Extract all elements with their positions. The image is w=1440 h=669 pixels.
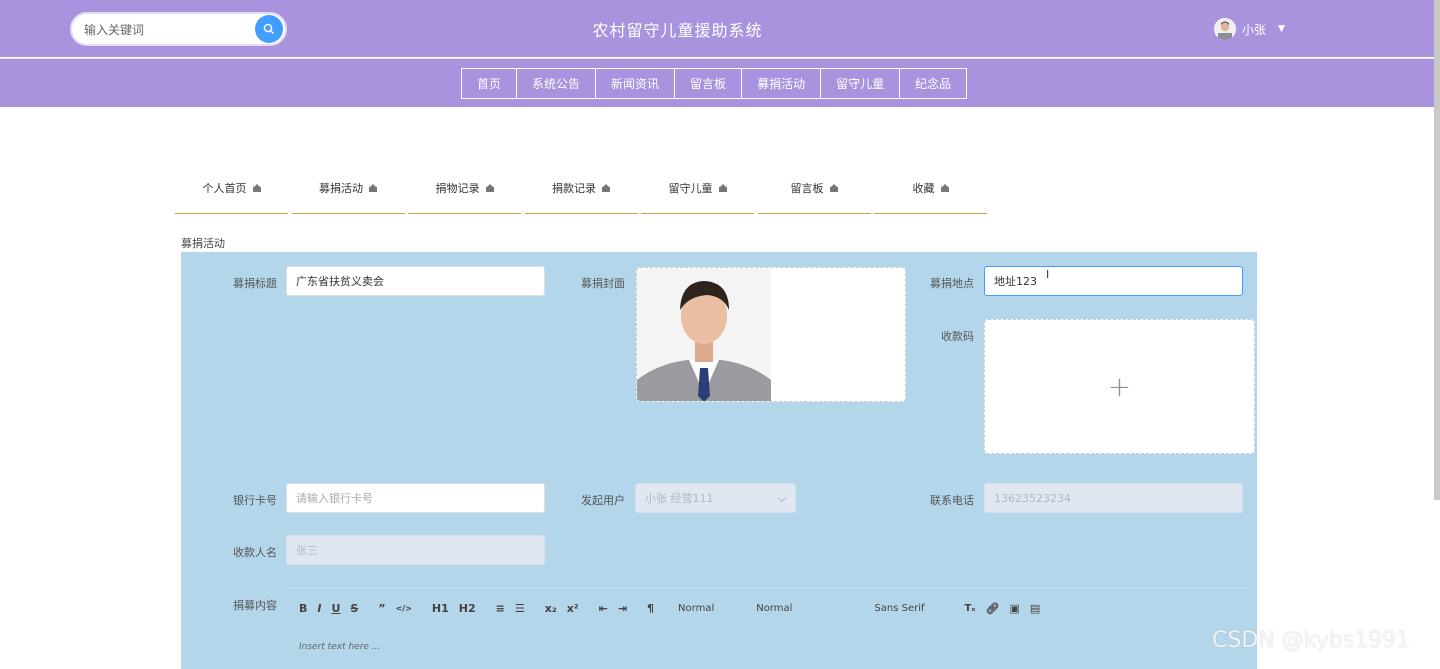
watermark: CSDN @kybs1991 — [1212, 628, 1411, 653]
size-select[interactable]: Normal — [678, 603, 714, 614]
h2-button[interactable]: H2 — [459, 602, 476, 615]
home-icon — [829, 184, 838, 192]
nav-item-souvenirs[interactable]: 纪念品 — [899, 69, 966, 98]
account-label: 收款人名 — [233, 546, 277, 559]
underline-button[interactable]: U — [331, 602, 340, 615]
scrollbar[interactable] — [1434, 0, 1440, 500]
nav-item-notice[interactable]: 系统公告 — [516, 69, 595, 98]
tab-label: 留言板 — [790, 182, 824, 195]
home-icon — [940, 184, 949, 192]
video-icon[interactable]: ▤ — [1030, 602, 1040, 615]
tab-label: 捐物记录 — [435, 182, 480, 195]
publisher-label: 发起用户 — [581, 494, 625, 507]
nav-item-fundraising[interactable]: 募捐活动 — [741, 69, 820, 98]
outdent-button[interactable]: ⇤ — [599, 602, 608, 615]
font-select[interactable]: Sans Serif — [874, 603, 924, 614]
account-input[interactable]: 张三 — [286, 535, 545, 565]
qrcode-label: 收款码 — [941, 330, 974, 343]
title-label: 募捐标题 — [233, 277, 277, 290]
nav-item-children[interactable]: 留守儿童 — [820, 69, 899, 98]
top-header: 农村留守儿童援助系统 小张 ▼ — [0, 0, 1440, 57]
tab-donation-money[interactable]: 捐款记录 — [524, 163, 638, 214]
phone-input[interactable]: 13623523234 — [984, 483, 1243, 513]
rich-text-editor[interactable]: B I U S ” </> H1 H2 ≡ ☰ x₂ x² ⇤ ⇥ ¶ Norm… — [285, 587, 1255, 669]
home-icon — [718, 184, 727, 192]
tab-label: 留守儿童 — [668, 182, 713, 195]
home-icon — [369, 184, 377, 192]
fundraising-form: 募捐标题 广东省扶贫义卖会 募捐封面 募捐地点 地址123 收款码 + 银行卡号… — [181, 252, 1257, 669]
card-placeholder: 请输入银行卡号 — [296, 492, 373, 505]
card-label: 银行卡号 — [233, 494, 277, 507]
home-icon — [485, 184, 494, 192]
tab-donation-items[interactable]: 捐物记录 — [408, 163, 521, 214]
phone-value: 13623523234 — [994, 491, 1071, 505]
main-nav: 首页 系统公告 新闻资讯 留言板 募捐活动 留守儿童 纪念品 — [0, 58, 1440, 107]
plus-icon: + — [1107, 370, 1132, 403]
tab-label: 捐款记录 — [552, 182, 596, 195]
editor-toolbar: B I U S ” </> H1 H2 ≡ ☰ x₂ x² ⇤ ⇥ ¶ Norm… — [299, 602, 1050, 615]
tab-children[interactable]: 留守儿童 — [641, 163, 754, 214]
content-label: 捐募内容 — [233, 599, 277, 612]
home-icon — [602, 184, 610, 192]
italic-button[interactable]: I — [317, 602, 321, 615]
nav-item-news[interactable]: 新闻资讯 — [595, 69, 674, 98]
ordered-list-button[interactable]: ≡ — [496, 602, 505, 615]
select-group: Normal Normal Sans Serif — [678, 603, 925, 614]
chevron-down-icon: ▼ — [1278, 24, 1285, 34]
tab-favorites[interactable]: 收藏 — [874, 163, 987, 214]
phone-label: 联系电话 — [930, 494, 974, 507]
cover-photo — [637, 268, 771, 401]
section-label: 募捐活动 — [181, 237, 225, 250]
title-input[interactable]: 广东省扶贫义卖会 — [286, 266, 545, 296]
tab-label: 募捐活动 — [319, 182, 363, 195]
location-value: 地址123 — [994, 275, 1037, 288]
bullet-list-button[interactable]: ☰ — [515, 602, 525, 615]
nav-list: 首页 系统公告 新闻资讯 留言板 募捐活动 留守儿童 纪念品 — [461, 68, 968, 99]
publisher-select[interactable]: 小张 经营111 — [635, 483, 796, 513]
card-input[interactable]: 请输入银行卡号 — [286, 483, 545, 513]
avatar — [1214, 18, 1236, 40]
nav-item-home[interactable]: 首页 — [462, 69, 516, 98]
location-label: 募捐地点 — [930, 277, 974, 290]
location-input[interactable]: 地址123 — [984, 266, 1243, 296]
title-value: 广东省扶贫义卖会 — [296, 275, 384, 288]
image-icon[interactable]: ▣ — [1009, 602, 1019, 615]
user-name: 小张 — [1242, 22, 1267, 37]
nav-item-messages[interactable]: 留言板 — [674, 69, 741, 98]
user-menu[interactable]: 小张 ▼ — [1214, 18, 1285, 40]
account-value: 张三 — [296, 544, 318, 557]
text-cursor-icon: I — [1046, 268, 1050, 281]
tab-profile-home[interactable]: 个人首页 — [175, 163, 288, 214]
publisher-value: 小张 经营111 — [645, 492, 714, 505]
cover-upload[interactable] — [636, 267, 906, 402]
cover-label: 募捐封面 — [581, 277, 625, 290]
bold-button[interactable]: B — [299, 602, 307, 615]
header-select[interactable]: Normal — [756, 603, 792, 614]
tab-label: 收藏 — [912, 182, 935, 195]
clear-format-icon[interactable]: Tₓ — [965, 603, 976, 614]
superscript-button[interactable]: x² — [567, 602, 579, 615]
tab-messages[interactable]: 留言板 — [757, 163, 871, 214]
qrcode-upload[interactable]: + — [984, 319, 1255, 454]
direction-button[interactable]: ¶ — [647, 602, 654, 615]
h1-button[interactable]: H1 — [432, 602, 449, 615]
indent-button[interactable]: ⇥ — [618, 602, 627, 615]
tab-fundraising[interactable]: 募捐活动 — [291, 163, 405, 214]
home-icon — [252, 184, 261, 192]
editor-placeholder: Insert text here ... — [299, 642, 381, 652]
link-icon[interactable]: 🔗︎ — [986, 602, 1000, 615]
chevron-down-icon — [777, 493, 787, 503]
blockquote-button[interactable]: ” — [378, 602, 385, 615]
subscript-button[interactable]: x₂ — [545, 602, 557, 615]
tab-label: 个人首页 — [202, 182, 247, 195]
code-button[interactable]: </> — [396, 604, 412, 613]
site-title: 农村留守儿童援助系统 — [592, 21, 763, 40]
profile-tabs: 个人首页 募捐活动 捐物记录 捐款记录 留守儿童 留言板 收藏 — [175, 163, 991, 214]
strike-button[interactable]: S — [350, 602, 358, 615]
